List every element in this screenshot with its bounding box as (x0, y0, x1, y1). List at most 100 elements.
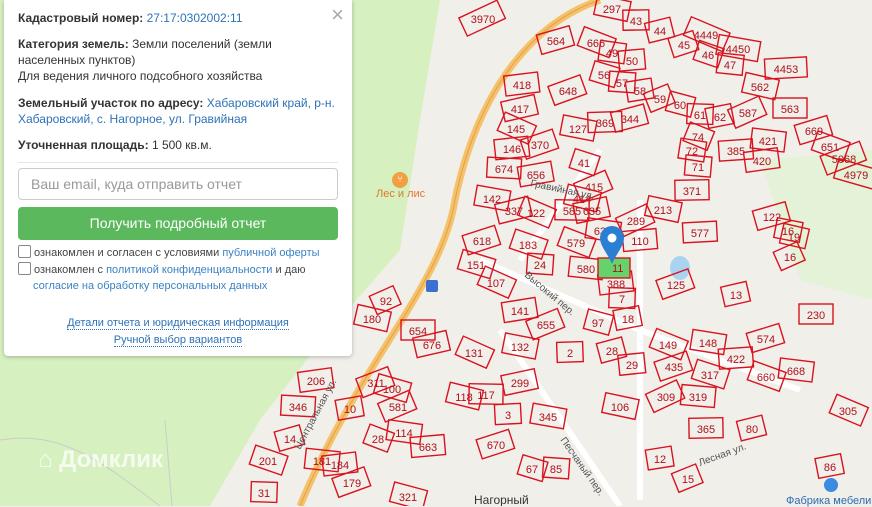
cadastral-row: Кадастровый номер: 27:17:0302002:11 (18, 10, 338, 26)
parcel-number: 56 (598, 70, 610, 82)
parcel-number: 16 (784, 252, 796, 264)
parcel-number: 67 (526, 464, 538, 476)
parcel-number: 44 (654, 26, 666, 38)
parcel-number: 580 (577, 264, 595, 276)
poi-cafe[interactable]: ⑂ Лес и лис (376, 172, 425, 200)
parcel-number: 80 (746, 424, 758, 436)
parcel-number: 297 (603, 4, 621, 16)
manual-row: Ручной выбор вариантов (4, 334, 352, 347)
parcel-number: 10 (344, 404, 356, 416)
email-input[interactable] (18, 168, 338, 200)
cadastral-label: Кадастровый номер: (18, 11, 144, 25)
parcel-number: 127 (569, 124, 587, 136)
poi-factory[interactable]: Фабрика мебели (786, 478, 871, 507)
parcel-number: 666 (587, 38, 605, 50)
manual-selection-link[interactable]: Ручной выбор вариантов (113, 334, 243, 347)
parcel-number: 145 (507, 124, 525, 136)
parcel-number: 422 (727, 354, 745, 366)
parcel-number: 385 (727, 146, 745, 158)
parcel-number: 370 (531, 140, 549, 152)
parcel-number: 305 (839, 406, 857, 418)
parcel-number: 122 (527, 208, 545, 220)
parcel-number: 420 (753, 156, 771, 168)
parcel-number: 184 (331, 460, 349, 472)
parcel-number: 345 (539, 412, 557, 424)
parcel-number: 618 (473, 236, 491, 248)
parcel-number: 587 (739, 108, 757, 120)
parcel-number: 346 (289, 402, 307, 414)
offer-consent[interactable]: ознакомлен и согласен с условиями публич… (18, 245, 320, 261)
parcel-number: 660 (757, 372, 775, 384)
parcel-number: 59 (654, 94, 666, 106)
parcel-number: 668 (787, 366, 805, 378)
privacy-policy-link[interactable]: политикой конфиденциальности (106, 264, 272, 276)
public-offer-link[interactable]: публичной оферты (222, 247, 319, 259)
parcel-number: 106 (611, 402, 629, 414)
parcel-number: 47 (724, 60, 736, 72)
details-row: Детали отчета и юридическая информация (4, 317, 352, 330)
cadastral-number-link[interactable]: 27:17:0302002:11 (147, 11, 243, 25)
parcel-number: 321 (399, 492, 417, 504)
offer-checkbox[interactable] (18, 245, 31, 258)
parcel-number: 579 (567, 238, 585, 250)
selected-parcel[interactable]: 11 (597, 257, 631, 279)
area-value: 1 500 кв.м. (151, 138, 212, 152)
parcel-number: 674 (495, 164, 513, 176)
privacy-consent[interactable]: ознакомлен с политикой конфиденциальност… (18, 262, 306, 294)
report-details-link[interactable]: Детали отчета и юридическая информация (67, 317, 289, 330)
divider (18, 162, 338, 163)
pond (670, 256, 690, 280)
get-report-button[interactable]: Получить подробный отчет (18, 207, 338, 240)
address-row: Земельный участок по адресу: Хабаровский… (18, 95, 338, 127)
parcel-number: 289 (627, 216, 645, 228)
parcel-number: 71 (692, 162, 704, 174)
parcel-number: 125 (667, 280, 685, 292)
house-logo-icon: ⌂ (38, 446, 53, 473)
parcel-number: 118 (455, 392, 473, 404)
parcel-number: 670 (487, 440, 505, 452)
parcel-number: 206 (307, 376, 325, 388)
parcel-number: 309 (657, 392, 675, 404)
parcel-number: 132 (511, 342, 529, 354)
parcel-number: 562 (751, 82, 769, 94)
parcel-number: 183 (519, 240, 537, 252)
parcel-number: 365 (697, 424, 715, 436)
parcel-number: 85 (550, 464, 562, 476)
parcel-number: 62 (714, 112, 726, 124)
parcel-number: 43 (630, 16, 642, 28)
parcel-number: 117 (477, 390, 495, 402)
parcel-number: 107 (487, 278, 505, 290)
area-row: Уточненная площадь: 1 500 кв.м. (18, 137, 338, 153)
address-label: Земельный участок по адресу: (18, 96, 204, 110)
village-label: Нагорный (474, 493, 529, 506)
parcel-number: 61 (694, 110, 706, 122)
parcel-number: 564 (547, 36, 565, 48)
watermark-text: Домклик (59, 446, 163, 473)
parcel-number: 151 (467, 260, 485, 272)
parcel-number: 418 (513, 80, 531, 92)
domclick-watermark: ⌂ Домклик (38, 446, 163, 474)
parcel-number: 41 (578, 158, 590, 170)
parcel-number: 60 (674, 100, 686, 112)
category-row: Категория земель: Земли поселений (земли… (18, 36, 338, 84)
parcel-number: 230 (807, 310, 825, 322)
parcel-number: 371 (683, 186, 701, 198)
parcel-number: 141 (511, 306, 529, 318)
parcel-number: 4449 (694, 30, 718, 42)
consent-text: ознакомлен и согласен с условиями (34, 247, 220, 259)
parcel-number: 3970 (471, 14, 495, 26)
consent-text: ознакомлен с (34, 264, 104, 276)
privacy-checkbox[interactable] (18, 262, 31, 275)
parcel-number: 180 (363, 314, 381, 326)
parcel-number: 97 (592, 318, 604, 330)
parcel-number: 421 (759, 136, 777, 148)
parcel-number: 663 (419, 442, 437, 454)
bus-stop-icon[interactable] (426, 280, 438, 292)
parcel-number: 7 (619, 294, 625, 306)
personal-data-consent-link[interactable]: согласие на обработку персональных данны… (33, 280, 267, 292)
parcel-number: 2 (567, 348, 573, 360)
parcel-number: 148 (699, 338, 717, 350)
parcel-number: 146 (503, 144, 521, 156)
parcel-number: 74 (692, 132, 704, 144)
usage-value: Для ведения личного подсобного хозяйства (18, 69, 263, 83)
